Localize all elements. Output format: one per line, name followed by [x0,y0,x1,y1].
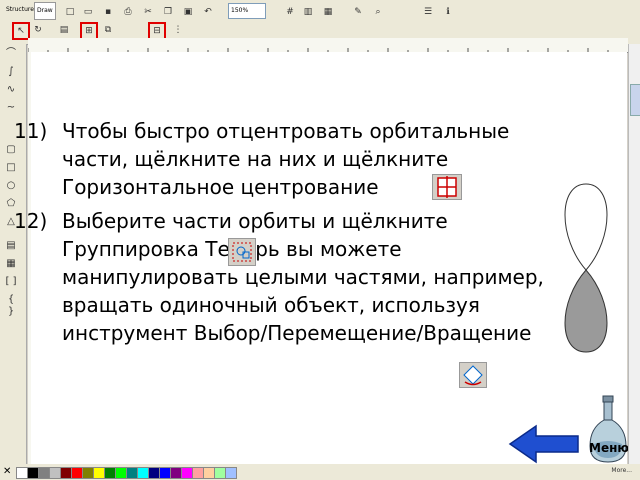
print-icon[interactable]: ⎙ [120,4,136,20]
copy-icon[interactable]: ❐ [160,4,176,20]
table-tool-icon[interactable]: ▦ [4,258,18,270]
templates-icon[interactable]: ☰ [420,4,436,20]
paste-icon[interactable]: ▣ [180,4,196,20]
rotate-tool-icon [459,362,487,388]
step-text-line: части, щёлкните на них и щёлкните [62,147,449,171]
left-toolbar: ⌒ ∫ ∿ ~ ▢ □ ○ ⬠ △ ▤ ▦ [ ] { } [0,44,27,464]
step-text-line: вращать одиночный объект, используя [62,293,480,317]
bracket-tool-icon[interactable]: [ ] [4,276,18,288]
order-icon[interactable]: ⧉ [100,22,116,38]
step-text-line: Выберите части орбиты и щёлкните [62,209,448,233]
cut-icon[interactable]: ✂ [140,4,156,20]
wave-tool-icon[interactable]: ~ [4,102,18,114]
info-icon[interactable]: ℹ [440,4,456,20]
color-swatch[interactable] [225,467,237,479]
square-tool-icon[interactable]: □ [4,162,18,174]
arc-tool-icon[interactable]: ⌒ [4,48,18,60]
tab-structure[interactable]: Structure [4,2,36,18]
paint-icon[interactable]: ✎ [350,4,366,20]
color-palette: ✕ More... [0,464,640,480]
align-icon[interactable]: ▤ [56,22,72,38]
step-text-line: Чтобы быстро отцентровать орбитальные [62,119,510,143]
rotate-tool-icon[interactable]: ↻ [30,22,46,38]
zoom-select[interactable]: 150% [228,3,266,19]
step-text-line: Горизонтальное центрование [62,175,379,199]
step-number: 12) [14,209,48,233]
no-color-icon[interactable]: ✕ [3,466,11,478]
undo-icon[interactable]: ↶ [200,4,216,20]
freehand-tool-icon[interactable]: ∿ [4,84,18,96]
step-text-line: манипулировать целыми частями, например, [62,265,544,289]
chart-icon[interactable]: ▥ [300,4,316,20]
step-number: 11) [14,119,48,143]
scrollbar-thumb[interactable] [630,84,640,116]
group-icon [228,238,256,266]
horizontal-ruler [27,38,628,53]
orbital-upper-lobe [564,183,608,271]
step-text-line: инструмент Выбор/Перемещение/Вращение [62,321,532,345]
orbital-lower-lobe [564,269,608,353]
new-icon[interactable]: □ [62,4,78,20]
grid-icon[interactable]: # [282,4,298,20]
more-colors-link[interactable]: More... [611,467,632,474]
brace-tool-icon[interactable]: { } [4,294,18,317]
ruler-ticks [27,48,609,53]
text-box-icon[interactable]: ▤ [4,240,18,252]
open-icon[interactable]: ▭ [80,4,96,20]
table-icon[interactable]: ▦ [320,4,336,20]
back-arrow-button[interactable] [508,424,580,464]
distribute-icon[interactable]: ⋮ [170,22,186,38]
curve-tool-icon[interactable]: ∫ [4,66,18,78]
rectangle-tool-icon[interactable]: ▢ [4,144,18,156]
menu-label: Меню [589,441,630,455]
zoom-icon[interactable]: ⌕ [370,4,386,20]
orbital-figure [564,183,608,353]
ellipse-tool-icon[interactable]: ○ [4,180,18,192]
center-horizontal-icon [432,174,462,200]
save-icon[interactable]: ▪ [100,4,116,20]
tab-draw[interactable]: Draw [34,2,56,20]
vertical-scrollbar[interactable] [628,44,640,464]
